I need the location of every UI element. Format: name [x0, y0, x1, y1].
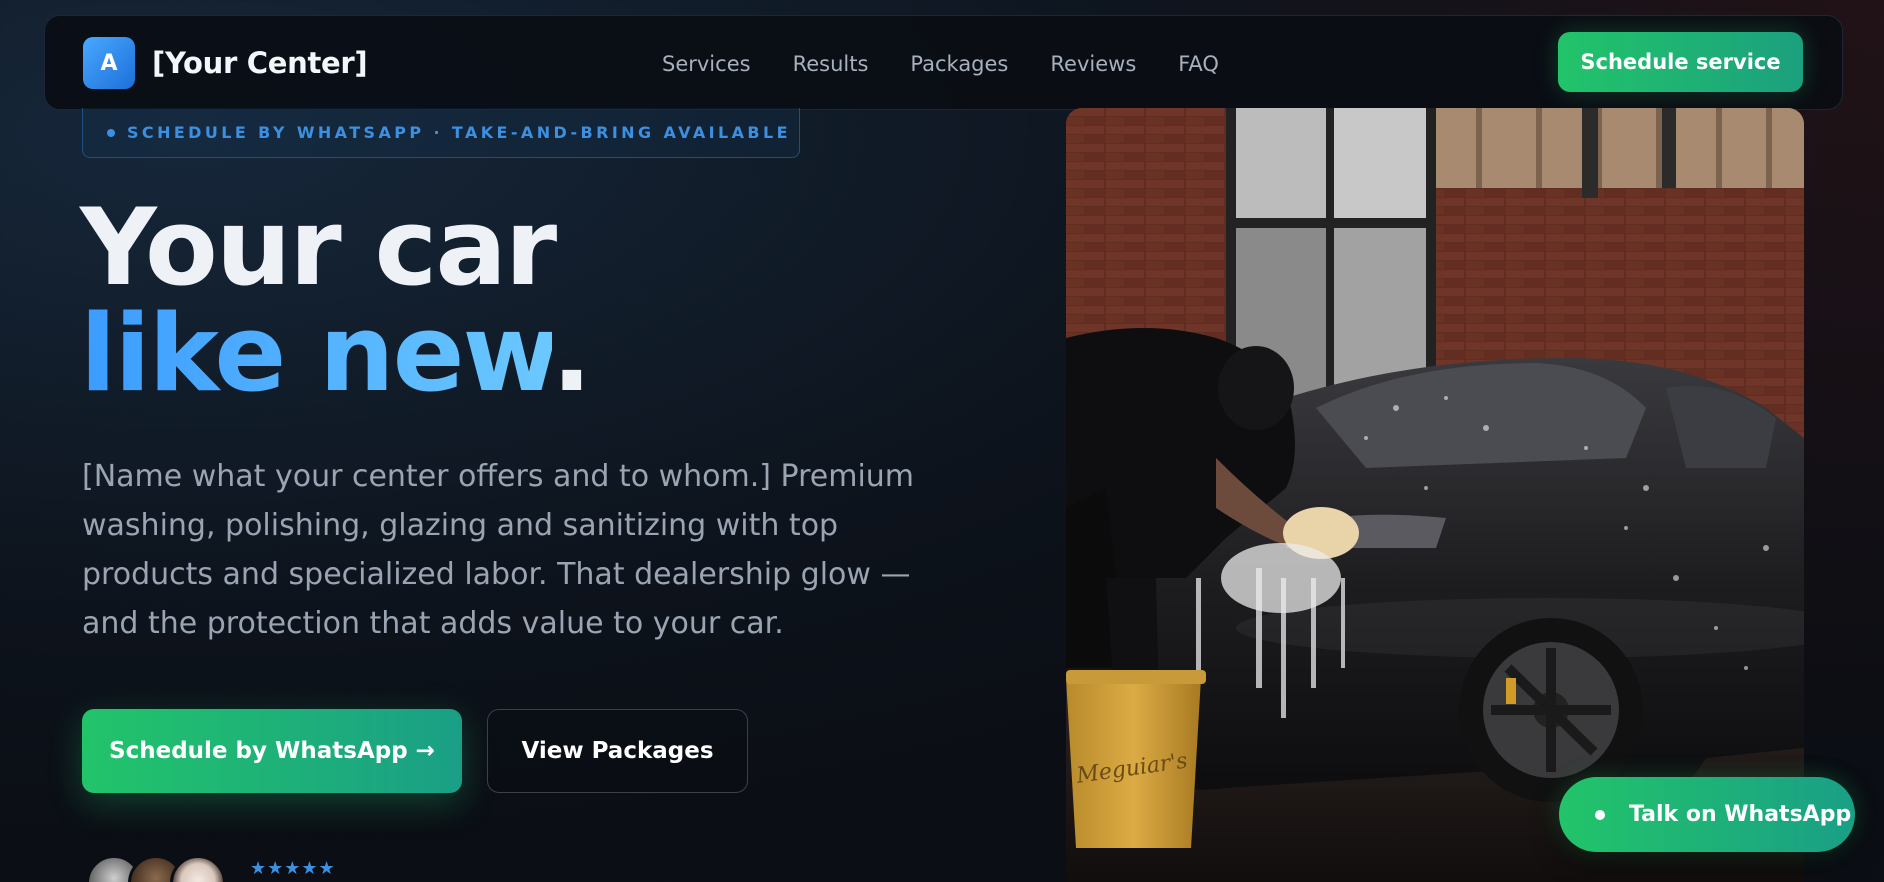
nav-links: Services Results Packages Reviews FAQ: [662, 16, 1261, 111]
badge-text: SCHEDULE BY WHATSAPP · TAKE-AND-BRING AV…: [127, 123, 791, 142]
rating-stars: ★★★★★: [250, 858, 336, 879]
floating-whatsapp-button[interactable]: Talk on WhatsApp: [1559, 777, 1855, 852]
hero-description: [Name what your center offers and to who…: [82, 459, 915, 641]
floating-whatsapp-label: Talk on WhatsApp: [1629, 802, 1852, 827]
whatsapp-dot-icon: [1595, 809, 1605, 820]
car-wash-illustration: Meguiar's: [1066, 108, 1804, 882]
nav-link-services[interactable]: Services: [662, 52, 751, 76]
nav-link-packages[interactable]: Packages: [910, 52, 1008, 76]
hero-title-line2: like new.: [80, 301, 592, 407]
nav-link-results[interactable]: Results: [793, 52, 869, 76]
hero-car-wash-photo: Meguiar's: [1066, 108, 1804, 882]
schedule-service-button[interactable]: Schedule service: [1558, 32, 1803, 92]
hero-title-line1: Your car: [80, 186, 557, 309]
brand-name: [Your Center]: [152, 46, 368, 80]
nav-link-reviews[interactable]: Reviews: [1050, 52, 1136, 76]
nav-link-faq[interactable]: FAQ: [1178, 52, 1219, 76]
avatar: [170, 855, 226, 882]
badge-dot-icon: [107, 128, 115, 137]
brand[interactable]: A [Your Center]: [83, 37, 368, 89]
hero-title-period: .: [551, 292, 592, 415]
announcement-badge: SCHEDULE BY WHATSAPP · TAKE-AND-BRING AV…: [82, 108, 800, 158]
hero-title: Your car like new.: [80, 186, 592, 407]
view-packages-button[interactable]: View Packages: [487, 709, 748, 793]
top-navbar: A [Your Center] Services Results Package…: [44, 15, 1843, 110]
schedule-whatsapp-button[interactable]: Schedule by WhatsApp →: [82, 709, 462, 793]
hero-title-accent: like new: [80, 292, 554, 415]
logo-mark: A: [83, 37, 135, 89]
